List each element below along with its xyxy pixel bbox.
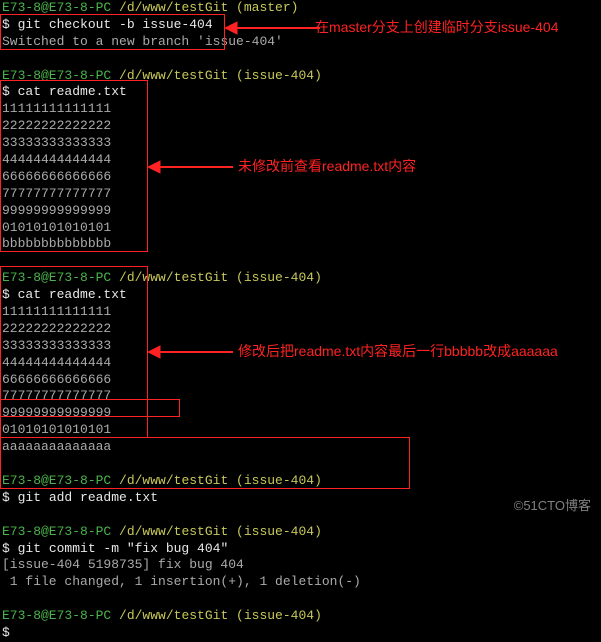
prompt-line: E73-8@E73-8-PC /d/www/testGit (issue-404… — [2, 608, 601, 625]
output-line: 22222222222222 — [2, 321, 601, 338]
watermark: ©51CTO博客 — [514, 498, 591, 515]
cmd-line[interactable]: $ git add readme.txt — [2, 490, 601, 507]
output-line: 01010101010101 — [2, 422, 601, 439]
output-line: 99999999999999 — [2, 405, 601, 422]
output-line: 99999999999999 — [2, 203, 601, 220]
arrow-icon — [225, 14, 325, 38]
prompt-line: E73-8@E73-8-PC /d/www/testGit (issue-404… — [2, 270, 601, 287]
output-line: bbbbbbbbbbbbbb — [2, 236, 601, 253]
output-line: [issue-404 5198735] fix bug 404 — [2, 557, 601, 574]
output-line: 77777777777777 — [2, 186, 601, 203]
arrow-icon — [148, 340, 238, 364]
cmd-line[interactable]: $ git commit -m "fix bug 404" — [2, 541, 601, 558]
output-line: 66666666666666 — [2, 372, 601, 389]
annotation-text: 修改后把readme.txt内容最后一行bbbbb改成aaaaaa — [238, 342, 558, 360]
output-line: 77777777777777 — [2, 388, 601, 405]
annotation-text: 未修改前查看readme.txt内容 — [238, 157, 416, 175]
prompt-line: E73-8@E73-8-PC /d/www/testGit (issue-404… — [2, 473, 601, 490]
output-line: 11111111111111 — [2, 304, 601, 321]
arrow-icon — [148, 155, 238, 179]
cmd-line[interactable]: $ — [2, 625, 601, 642]
cmd-line[interactable]: $ cat readme.txt — [2, 84, 601, 101]
output-line: 22222222222222 — [2, 118, 601, 135]
prompt-line: E73-8@E73-8-PC /d/www/testGit (issue-404… — [2, 68, 601, 85]
annotation-text: 在master分支上创建临时分支issue-404 — [315, 18, 559, 36]
output-line: 11111111111111 — [2, 101, 601, 118]
output-line: 01010101010101 — [2, 220, 601, 237]
output-line: 1 file changed, 1 insertion(+), 1 deleti… — [2, 574, 601, 591]
cmd-line[interactable]: $ cat readme.txt — [2, 287, 601, 304]
output-line: aaaaaaaaaaaaaa — [2, 439, 601, 456]
terminal: E73-8@E73-8-PC /d/www/testGit (master) $… — [2, 0, 601, 642]
output-line: 33333333333333 — [2, 135, 601, 152]
prompt-line: E73-8@E73-8-PC /d/www/testGit (issue-404… — [2, 524, 601, 541]
